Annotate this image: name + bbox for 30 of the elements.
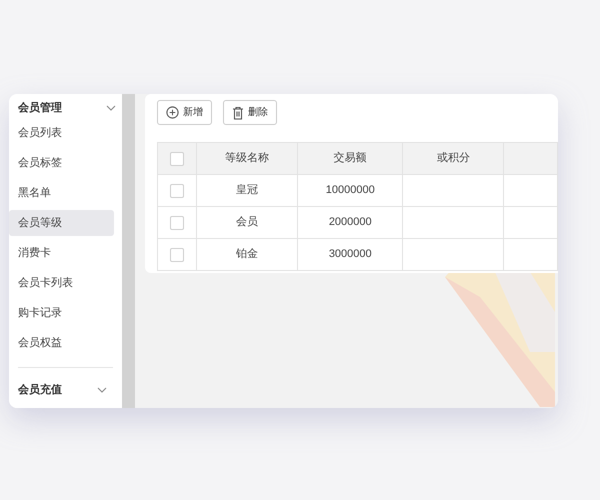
add-button[interactable]: 新增 — [157, 100, 212, 125]
checkbox[interactable] — [170, 248, 184, 262]
sidebar-item[interactable]: 会员等级 — [9, 210, 114, 236]
checkbox[interactable] — [170, 184, 184, 198]
sidebar-item[interactable]: 黑名单 — [9, 180, 114, 206]
sidebar-item[interactable]: 会员卡列表 — [9, 270, 114, 296]
sidebar-item[interactable]: 消费卡 — [9, 240, 114, 266]
table-cell: 铂金 — [236, 248, 258, 260]
delete-button[interactable]: 删除 — [223, 100, 277, 125]
checkbox[interactable] — [170, 216, 184, 230]
sidebar-item[interactable]: 购卡记录 — [9, 300, 114, 326]
sidebar-item[interactable]: 会员列表 — [9, 120, 114, 146]
column-header: 交易额 — [334, 152, 367, 164]
trash-icon — [232, 106, 244, 120]
column-header: 或积分 — [436, 152, 470, 164]
scrollbar-track[interactable] — [122, 94, 135, 408]
sidebar-group-title[interactable]: 会员充值 — [18, 382, 62, 398]
table-cell: 2000000 — [328, 216, 372, 228]
chevron-down-icon — [106, 105, 116, 111]
column-header: 等级名称 — [225, 152, 270, 164]
table-cell: 皇冠 — [236, 184, 258, 196]
sidebar-item[interactable]: 会员权益 — [9, 330, 114, 356]
table-cell: 会员 — [236, 216, 258, 228]
chevron-down-icon — [97, 387, 107, 393]
checkbox[interactable] — [170, 152, 184, 166]
sidebar-item[interactable]: 会员标签 — [9, 150, 114, 176]
table-cell: 10000000 — [326, 184, 375, 196]
sidebar-group-title[interactable]: 会员管理 — [18, 100, 62, 116]
plus-circle-icon — [166, 106, 179, 119]
table-cell: 3000000 — [328, 248, 372, 260]
